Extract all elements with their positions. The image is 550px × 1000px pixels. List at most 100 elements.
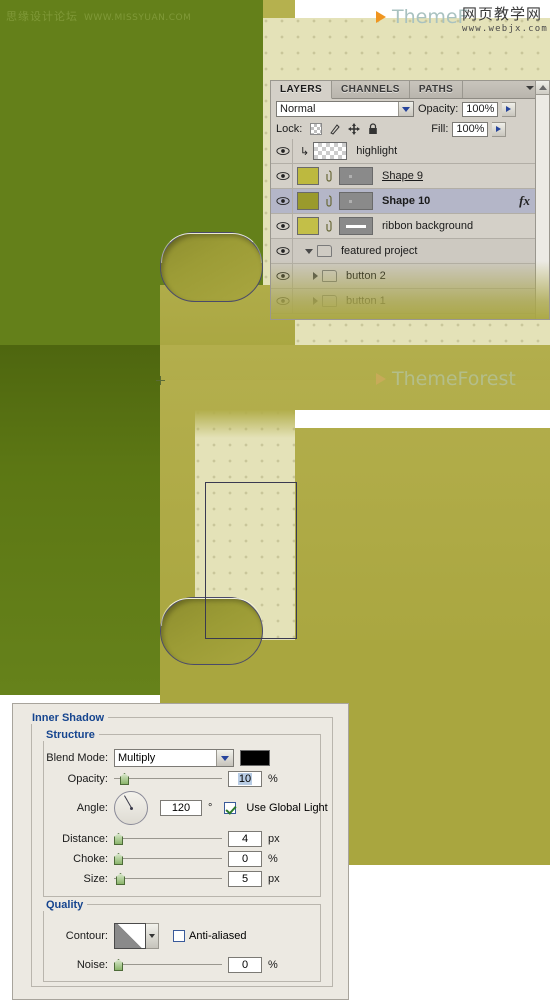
distance-row-dialog: Distance: 4 px: [42, 831, 332, 847]
opacity-unit: %: [268, 773, 278, 785]
lock-position-icon[interactable]: [348, 123, 361, 135]
lock-label: Lock:: [276, 123, 303, 135]
group-disclosure-icon-button-1[interactable]: [313, 297, 318, 305]
layer-name-button-1[interactable]: button 1: [341, 295, 386, 307]
layer-name-featured-project[interactable]: featured project: [336, 245, 417, 257]
opacity-label-dialog: Opacity:: [67, 773, 108, 785]
use-global-light-checkbox[interactable]: [224, 802, 237, 814]
tab-channels[interactable]: CHANNELS: [332, 81, 410, 98]
group-disclosure-icon-button-2[interactable]: [313, 272, 318, 280]
link-mask-icon-shape-9[interactable]: [323, 170, 335, 182]
angle-unit: °: [208, 802, 213, 814]
opacity-slider-arrow-icon[interactable]: [502, 101, 517, 117]
forum-watermark-url: WWW.MISSYUAN.COM: [84, 13, 192, 23]
visibility-toggle-shape-10[interactable]: [273, 189, 293, 213]
anti-aliased-checkbox[interactable]: [173, 930, 185, 942]
blend-mode-dropdown-icon[interactable]: [398, 102, 413, 116]
blend-mode-select[interactable]: Normal: [276, 101, 414, 117]
quality-title: Quality: [42, 899, 88, 911]
layer-row-highlight[interactable]: ↳ highlight: [271, 139, 549, 164]
noise-row-dialog: Noise: 0 %: [42, 957, 332, 973]
choke-input[interactable]: 0: [228, 851, 262, 867]
choke-slider[interactable]: [114, 852, 222, 866]
clipping-mask-icon: ↳: [300, 145, 310, 158]
lock-all-icon[interactable]: [367, 123, 379, 135]
layer-name-highlight[interactable]: highlight: [351, 145, 397, 157]
tab-layers[interactable]: LAYERS: [271, 81, 333, 99]
visibility-toggle-button-1[interactable]: [273, 289, 293, 313]
layers-panel-scrollbar[interactable]: [535, 81, 549, 319]
layer-name-button-2[interactable]: button 2: [341, 270, 386, 282]
layer-row-shape-10[interactable]: Shape 10 fx: [271, 189, 549, 214]
distance-slider[interactable]: [114, 832, 222, 846]
opacity-input[interactable]: 10: [228, 771, 262, 787]
fill-value[interactable]: 100%: [452, 121, 489, 137]
opacity-slider[interactable]: [114, 772, 222, 786]
distance-unit: px: [268, 833, 280, 845]
visibility-toggle-shape-9[interactable]: [273, 164, 293, 188]
visibility-toggle-featured-project[interactable]: [273, 239, 293, 263]
angle-dial[interactable]: [114, 791, 148, 825]
layer-name-shape-10[interactable]: Shape 10: [377, 195, 430, 207]
size-input[interactable]: 5: [228, 871, 262, 887]
opacity-row-dialog: Opacity: 10 %: [42, 771, 332, 787]
scroll-up-icon[interactable]: [536, 81, 549, 95]
fill-label: Fill:: [431, 123, 449, 135]
layer-thumbnail-highlight[interactable]: [313, 142, 348, 160]
themeforest-logo-text-top: ThemeF: [392, 6, 469, 28]
artwork-guide-crosshair: [156, 376, 165, 385]
lock-row: Lock: Fill: 100%: [271, 119, 549, 139]
layer-thumbnail-ribbon-background[interactable]: [297, 217, 319, 235]
lock-transparency-icon[interactable]: [310, 123, 323, 135]
layer-row-shape-9[interactable]: Shape 9: [271, 164, 549, 189]
noise-input[interactable]: 0: [228, 957, 262, 973]
folder-icon-button-2: [322, 270, 337, 282]
opacity-value[interactable]: 100%: [462, 101, 499, 117]
themeforest-logo-text-mid: ThemeForest: [392, 368, 516, 390]
webjx-watermark: 网页教学网 www.webjx.com: [462, 3, 548, 34]
layers-panel[interactable]: LAYERS CHANNELS PATHS Normal Opacity: 10…: [270, 80, 550, 320]
layer-row-ribbon-background[interactable]: ribbon background: [271, 214, 549, 239]
layer-vector-mask-shape-9[interactable]: [339, 167, 373, 185]
layer-thumbnail-shape-9[interactable]: [297, 167, 319, 185]
link-mask-icon-shape-10[interactable]: [323, 195, 335, 207]
blend-mode-label: Blend Mode:: [46, 752, 108, 764]
layer-thumbnail-shape-10[interactable]: [297, 192, 319, 210]
visibility-toggle-highlight[interactable]: [273, 139, 293, 163]
contour-dropdown-icon[interactable]: [146, 923, 159, 949]
size-row-dialog: Size: 5 px: [42, 871, 332, 887]
layer-vector-mask-ribbon-background[interactable]: [339, 217, 373, 235]
link-mask-icon-ribbon-background[interactable]: [323, 220, 335, 232]
blend-mode-row-dialog: Blend Mode: Multiply: [42, 749, 332, 767]
noise-slider[interactable]: [114, 958, 222, 972]
anti-aliased-label[interactable]: Anti-aliased: [189, 930, 246, 942]
group-disclosure-icon-featured-project[interactable]: [305, 248, 313, 254]
artwork-dotted-panel-lower-fade: [195, 410, 295, 438]
visibility-toggle-ribbon-background[interactable]: [273, 214, 293, 238]
size-slider[interactable]: [114, 872, 222, 886]
blend-mode-dropdown-icon-dialog[interactable]: [216, 750, 233, 766]
angle-input[interactable]: 120: [160, 800, 202, 816]
lock-image-pixels-icon[interactable]: [329, 123, 341, 135]
size-label: Size:: [83, 873, 108, 885]
visibility-toggle-button-2[interactable]: [273, 264, 293, 288]
layer-row-button-2[interactable]: button 2: [271, 264, 549, 289]
layer-name-ribbon-background[interactable]: ribbon background: [377, 220, 473, 232]
contour-preview[interactable]: [114, 923, 146, 949]
layer-row-featured-project[interactable]: featured project: [271, 239, 549, 264]
fill-slider-arrow-icon[interactable]: [492, 121, 507, 137]
layer-vector-mask-shape-10[interactable]: [339, 192, 373, 210]
layer-row-button-1[interactable]: button 1: [271, 289, 549, 314]
lock-icon-group: [310, 123, 379, 135]
distance-input[interactable]: 4: [228, 831, 262, 847]
blend-mode-select-dialog[interactable]: Multiply: [114, 749, 234, 767]
layer-name-shape-9[interactable]: Shape 9: [377, 170, 423, 182]
contour-label: Contour:: [65, 930, 108, 942]
angle-label: Angle:: [76, 802, 108, 814]
tab-paths[interactable]: PATHS: [410, 81, 464, 98]
shadow-color-swatch[interactable]: [240, 750, 270, 766]
chevron-down-icon: [526, 85, 534, 90]
fx-icon[interactable]: fx: [519, 193, 530, 209]
use-global-light-label[interactable]: Use Global Light: [246, 802, 327, 814]
blend-mode-value-dialog: Multiply: [118, 752, 156, 764]
